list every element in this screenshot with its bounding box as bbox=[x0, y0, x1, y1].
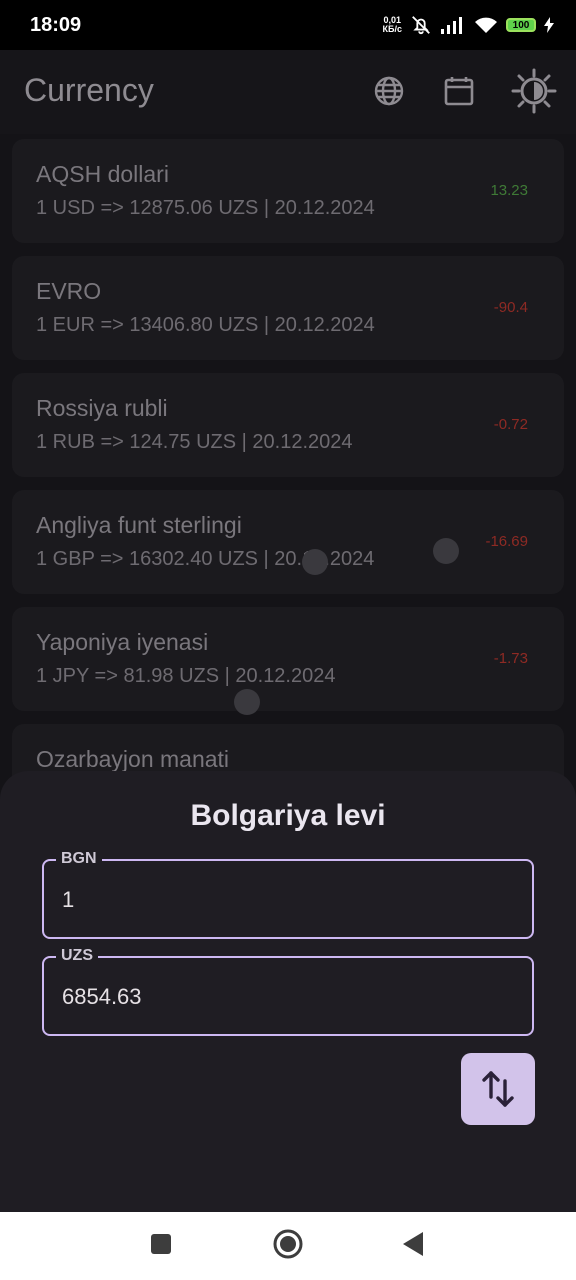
to-currency-label: UZS bbox=[56, 947, 98, 965]
currency-diff: 13.23 bbox=[490, 182, 528, 199]
calendar-icon[interactable] bbox=[436, 68, 482, 114]
touch-indicator bbox=[234, 689, 260, 715]
currency-diff: -0.72 bbox=[493, 416, 528, 433]
currency-rate: 1 JPY => 81.98 UZS | 20.12.2024 bbox=[36, 665, 336, 687]
wifi-icon bbox=[475, 17, 497, 33]
currency-rate: 1 USD => 12875.06 UZS | 20.12.2024 bbox=[36, 197, 375, 219]
recents-icon[interactable] bbox=[150, 1233, 172, 1255]
app-bar: Currency bbox=[0, 50, 576, 134]
touch-indicator bbox=[433, 538, 459, 564]
currency-list: AQSH dollari 1 USD => 12875.06 UZS | 20.… bbox=[12, 139, 564, 841]
to-amount-input[interactable]: 6854.63 bbox=[62, 984, 142, 1010]
currency-name: EVRO bbox=[36, 278, 102, 304]
status-time: 18:09 bbox=[30, 13, 82, 36]
currency-diff: -1.73 bbox=[493, 650, 528, 667]
brightness-icon[interactable] bbox=[511, 68, 557, 114]
globe-icon[interactable] bbox=[366, 68, 412, 114]
currency-diff: -90.4 bbox=[493, 299, 528, 316]
swap-vertical-icon bbox=[482, 1071, 514, 1107]
net-speed-unit: КБ/с bbox=[382, 24, 402, 34]
to-amount-field[interactable]: UZS 6854.63 bbox=[42, 947, 534, 1036]
page-title: Currency bbox=[24, 72, 154, 108]
currency-card-eur[interactable]: EVRO 1 EUR => 13406.80 UZS | 20.12.2024 … bbox=[12, 256, 564, 360]
home-icon[interactable] bbox=[272, 1228, 304, 1260]
currency-card-rub[interactable]: Rossiya rubli 1 RUB => 124.75 UZS | 20.1… bbox=[12, 373, 564, 477]
currency-name: Yaponiya iyenasi bbox=[36, 629, 209, 655]
status-bar: 18:09 0,01 КБ/с 100 bbox=[0, 0, 576, 50]
back-icon[interactable] bbox=[402, 1231, 424, 1257]
currency-rate: 1 RUB => 124.75 UZS | 20.12.2024 bbox=[36, 431, 353, 453]
currency-diff: -16.69 bbox=[485, 533, 528, 550]
converter-title: Bolgariya levi bbox=[190, 799, 386, 832]
mute-bell-icon bbox=[412, 16, 430, 35]
currency-name: Rossiya rubli bbox=[36, 395, 168, 421]
currency-card-jpy[interactable]: Yaponiya iyenasi 1 JPY => 81.98 UZS | 20… bbox=[12, 607, 564, 711]
touch-indicator bbox=[302, 549, 328, 575]
from-currency-label: BGN bbox=[56, 850, 102, 868]
swap-button[interactable] bbox=[461, 1053, 535, 1125]
battery-indicator: 100 bbox=[506, 18, 536, 32]
charging-icon bbox=[544, 17, 554, 33]
currency-name: Angliya funt sterlingi bbox=[36, 512, 242, 538]
system-nav-bar bbox=[0, 1212, 576, 1280]
currency-card-usd[interactable]: AQSH dollari 1 USD => 12875.06 UZS | 20.… bbox=[12, 139, 564, 243]
currency-name: Ozarbayjon manati bbox=[36, 746, 230, 772]
currency-card-gbp[interactable]: Angliya funt sterlingi 1 GBP => 16302.40… bbox=[12, 490, 564, 594]
net-speed: 0,01 КБ/с bbox=[383, 16, 402, 34]
currency-rate: 1 EUR => 13406.80 UZS | 20.12.2024 bbox=[36, 314, 375, 336]
from-amount-field[interactable]: BGN 1 bbox=[42, 850, 534, 939]
currency-name: AQSH dollari bbox=[36, 161, 169, 187]
signal-icon bbox=[441, 17, 462, 34]
from-amount-input[interactable]: 1 bbox=[62, 887, 74, 913]
